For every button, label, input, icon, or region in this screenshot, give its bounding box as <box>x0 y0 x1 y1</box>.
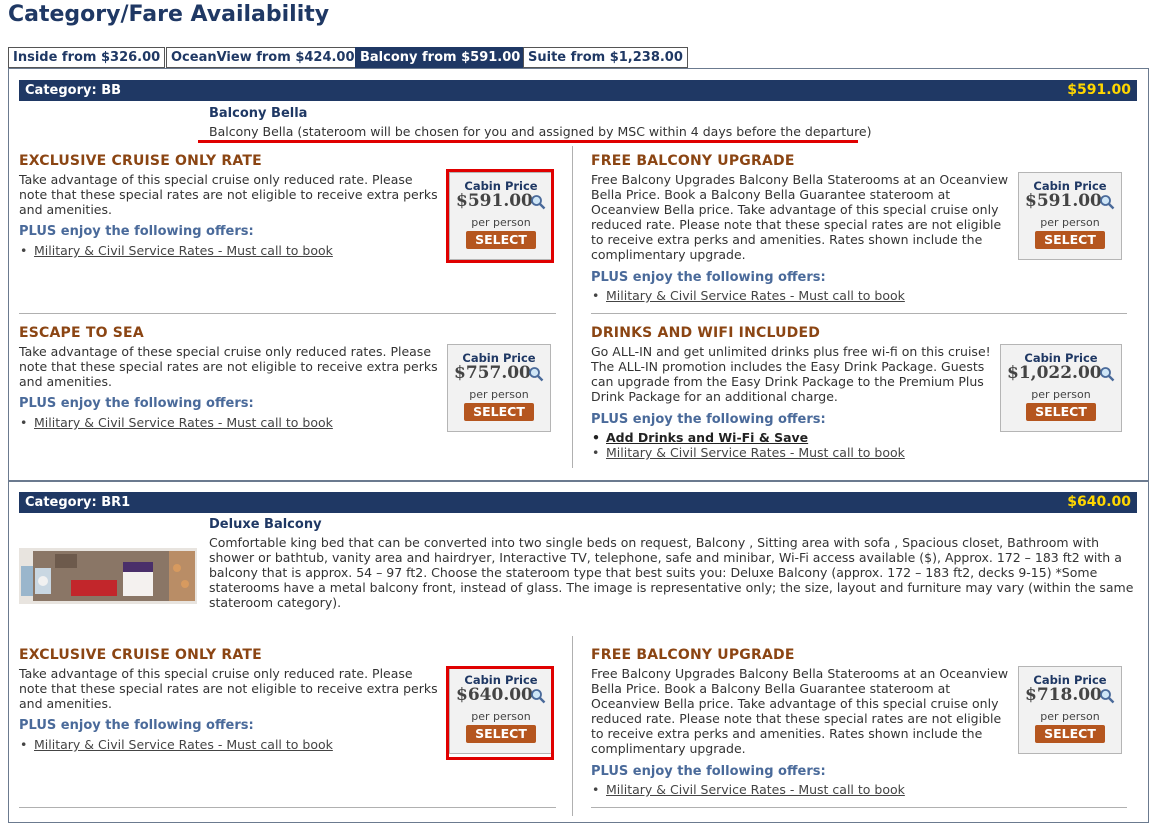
per-person-label: per person <box>1040 710 1100 723</box>
military-rates-link[interactable]: Military & Civil Service Rates - Must ca… <box>592 445 905 460</box>
offer-text: Go ALL-IN and get unlimited drinks plus … <box>591 344 991 404</box>
highlight-box <box>446 666 554 760</box>
cabin-price-amount: $1,022.00 <box>1007 363 1102 383</box>
plus-offers-label: PLUS enjoy the following offers: <box>591 270 826 285</box>
row-divider <box>591 313 1127 314</box>
column-divider <box>572 636 573 816</box>
select-button[interactable]: SELECT <box>464 403 534 421</box>
category-label: Category: BR1 <box>25 495 131 510</box>
offer-text: Free Balcony Upgrades Balcony Bella Stat… <box>591 172 1009 262</box>
magnifier-icon[interactable] <box>1099 194 1115 210</box>
category-label: Category: BB <box>25 83 122 98</box>
plus-offers-label: PLUS enjoy the following offers: <box>19 718 254 733</box>
magnifier-icon[interactable] <box>528 366 544 382</box>
per-person-label: per person <box>1031 388 1091 401</box>
plus-offers-label: PLUS enjoy the following offers: <box>591 764 826 779</box>
military-rates-link[interactable]: Military & Civil Service Rates - Must ca… <box>20 243 333 258</box>
category-br1-header: Category: BR1 $640.00 <box>19 492 1137 513</box>
offer-title: FREE BALCONY UPGRADE <box>591 153 795 169</box>
select-button[interactable]: SELECT <box>1026 403 1096 421</box>
room-description: Comfortable king bed that can be convert… <box>209 535 1134 610</box>
cabin-price-box: Cabin Price $757.00 per person SELECT <box>447 344 551 432</box>
row-divider <box>19 807 556 808</box>
select-button[interactable]: SELECT <box>1035 725 1105 743</box>
tab-balcony[interactable]: Balcony from $591.00 <box>355 47 526 68</box>
magnifier-icon[interactable] <box>1099 366 1115 382</box>
cabin-price-box: Cabin Price $1,022.00 per person SELECT <box>1000 344 1122 432</box>
tab-inside[interactable]: Inside from $326.00 <box>8 47 166 68</box>
offer-title: FREE BALCONY UPGRADE <box>591 647 795 663</box>
cabin-price-box: Cabin Price $718.00 per person SELECT <box>1018 666 1122 754</box>
plus-offers-label: PLUS enjoy the following offers: <box>19 224 254 239</box>
plus-offers-label: PLUS enjoy the following offers: <box>19 396 254 411</box>
offer-title: EXCLUSIVE CRUISE ONLY RATE <box>19 153 262 169</box>
offer-title: DRINKS AND WIFI INCLUDED <box>591 325 821 341</box>
row-divider <box>591 807 1127 808</box>
offer-text: Take advantage of this special cruise on… <box>19 666 438 711</box>
offer-title: ESCAPE TO SEA <box>19 325 144 341</box>
military-rates-link[interactable]: Military & Civil Service Rates - Must ca… <box>592 782 905 797</box>
offer-text: Take advantage of these special cruise o… <box>19 344 438 389</box>
select-button[interactable]: SELECT <box>1035 231 1105 249</box>
row-divider <box>19 313 556 314</box>
plus-offers-label: PLUS enjoy the following offers: <box>591 412 826 427</box>
offer-title: EXCLUSIVE CRUISE ONLY RATE <box>19 647 262 663</box>
highlight-box <box>446 169 554 263</box>
cabin-price-box: Cabin Price $591.00 per person SELECT <box>1018 172 1122 260</box>
category-price: $591.00 <box>1067 82 1131 98</box>
category-bb-header: Category: BB $591.00 <box>19 80 1137 101</box>
per-person-label: per person <box>469 388 529 401</box>
tab-suite[interactable]: Suite from $1,238.00 <box>523 47 688 68</box>
tab-oceanview[interactable]: OceanView from $424.00 <box>166 47 360 68</box>
column-divider <box>572 146 573 468</box>
military-rates-link[interactable]: Military & Civil Service Rates - Must ca… <box>592 288 905 303</box>
room-title: Deluxe Balcony <box>209 517 322 532</box>
add-drinks-wifi-link[interactable]: Add Drinks and Wi-Fi & Save <box>592 430 808 445</box>
cabin-price-amount: $718.00 <box>1025 685 1102 705</box>
cabin-layout-image <box>19 548 197 604</box>
offer-text: Free Balcony Upgrades Balcony Bella Stat… <box>591 666 1009 756</box>
per-person-label: per person <box>1040 216 1100 229</box>
room-title: Balcony Bella <box>209 106 308 121</box>
page-title: Category/Fare Availability <box>8 2 330 27</box>
room-description: Balcony Bella (stateroom will be chosen … <box>209 124 872 139</box>
category-price: $640.00 <box>1067 494 1131 510</box>
offer-text: Take advantage of this special cruise on… <box>19 172 438 217</box>
military-rates-link[interactable]: Military & Civil Service Rates - Must ca… <box>20 415 333 430</box>
cabin-price-amount: $591.00 <box>1025 191 1102 211</box>
highlight-underline <box>198 140 858 143</box>
military-rates-link[interactable]: Military & Civil Service Rates - Must ca… <box>20 737 333 752</box>
magnifier-icon[interactable] <box>1099 688 1115 704</box>
cabin-price-amount: $757.00 <box>454 363 531 383</box>
